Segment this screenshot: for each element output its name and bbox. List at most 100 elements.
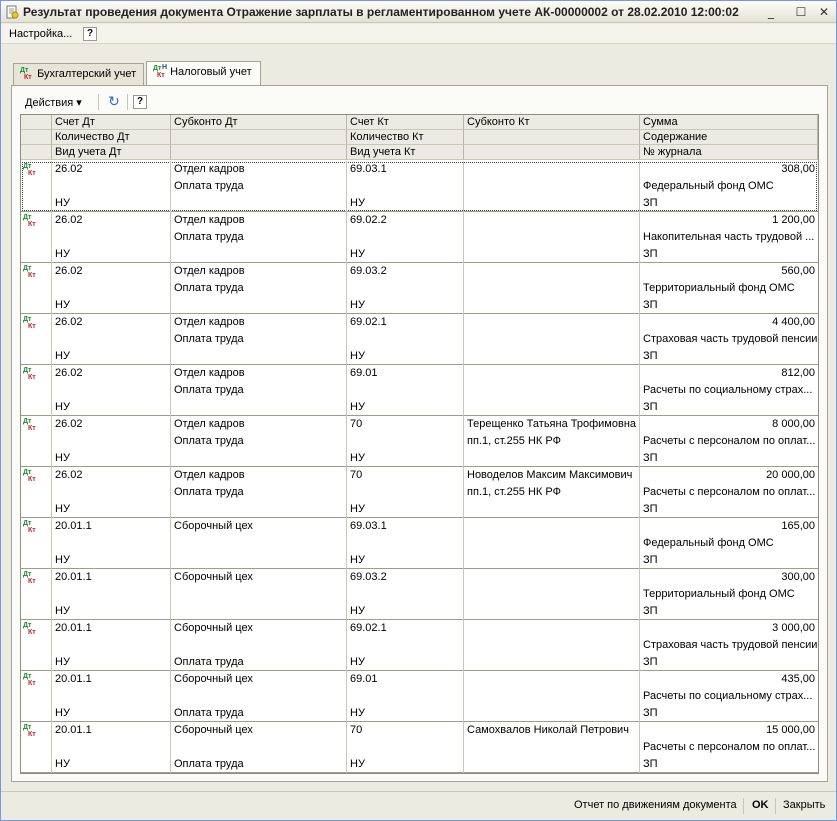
amount: 308,00	[781, 163, 815, 175]
journal-number: ЗП	[643, 248, 658, 260]
table-row[interactable]: Дт Кт 20.01.1 НУ Сборочный цех Оплата труда 69…	[21, 671, 818, 722]
accounting-type-dt: НУ	[55, 197, 70, 209]
amount: 300,00	[781, 571, 815, 583]
column-header[interactable]: Счет Кт	[347, 115, 464, 130]
table-row[interactable]: Дт Кт 20.01.1 НУ Сборочный цех Оплата труда 69…	[21, 620, 818, 671]
subconto-kt	[464, 518, 640, 535]
column-header[interactable]: Счет Дт	[52, 115, 171, 130]
subconto-kt	[464, 535, 640, 552]
grid-help-button[interactable]: ?	[133, 95, 147, 109]
subconto-dt	[171, 688, 347, 705]
content: Территориальный фонд ОМС	[643, 588, 795, 600]
subconto-kt	[464, 280, 640, 297]
subconto-dt	[171, 297, 347, 314]
account-dt: 26.02	[55, 316, 83, 328]
accounting-type-kt: НУ	[350, 554, 365, 566]
table-row[interactable]: Дт Кт 26.02 НУ Отдел кадров Оплата труда 69.01…	[21, 365, 818, 416]
subconto-dt: Оплата труда	[174, 707, 244, 719]
dt-kt-tax-icon: Дт Кт Н	[153, 64, 168, 80]
dt-kt-icon: Дт Кт	[20, 67, 32, 82]
tab-tax[interactable]: Дт Кт Н Налоговый учет	[146, 61, 261, 85]
column-header[interactable]: Количество Дт	[52, 130, 171, 145]
column-header[interactable]	[464, 145, 640, 160]
tab-accounting-label: Бухгалтерский учет	[37, 68, 137, 80]
subconto-dt: Отдел кадров	[174, 367, 245, 379]
column-header[interactable]: Вид учета Дт	[52, 145, 171, 160]
account-dt: 26.02	[55, 265, 83, 277]
subconto-dt	[171, 195, 347, 212]
subconto-dt: Отдел кадров	[174, 316, 245, 328]
subconto-dt: Сборочный цех	[174, 724, 253, 736]
table-row[interactable]: Дт Кт 26.02 НУ Отдел кадров Оплата труда 70 НУ Т…	[21, 416, 818, 467]
account-kt: 69.03.1	[350, 163, 387, 175]
subconto-kt	[464, 620, 640, 637]
title-bar[interactable]: Результат проведения документа Отражение…	[1, 1, 836, 23]
minimize-button[interactable]: _	[763, 5, 779, 19]
dt-kt-icon: Дт Кт	[23, 724, 36, 738]
column-header[interactable]: Субконто Дт	[171, 115, 347, 130]
column-header[interactable]: Субконто Кт	[464, 115, 640, 130]
toolbar-separator	[127, 94, 128, 110]
column-header[interactable]: Количество Кт	[347, 130, 464, 145]
tax-tab-panel: Действия ▾ ↻ ? Счет Дт Количество Дт Вид у…	[11, 85, 828, 782]
accounting-type-dt: НУ	[55, 401, 70, 413]
table-row[interactable]: Дт Кт 20.01.1 НУ Сборочный цех 69.03.1 НУ 165,0…	[21, 518, 818, 569]
window-title: Результат проведения документа Отражение…	[23, 5, 739, 19]
accounting-type-dt: НУ	[55, 350, 70, 362]
subconto-dt: Оплата труда	[174, 384, 244, 396]
account-kt: 70	[350, 724, 363, 736]
subconto-kt	[464, 212, 640, 229]
ok-button[interactable]: OK	[752, 799, 769, 811]
grid-toolbar: Действия ▾ ↻ ?	[20, 92, 220, 112]
column-header[interactable]: Сумма	[640, 115, 818, 130]
column-header[interactable]	[171, 130, 347, 145]
subconto-kt	[464, 178, 640, 195]
table-row[interactable]: Дт Кт 26.02 НУ Отдел кадров Оплата труда 70 НУ Н…	[21, 467, 818, 518]
content: Страховая часть трудовой пенсии	[643, 639, 818, 651]
subconto-dt: Сборочный цех	[174, 571, 253, 583]
maximize-button[interactable]: ☐	[793, 5, 809, 19]
table-row[interactable]: Дт Кт 20.01.1 НУ Сборочный цех 69.03.2 НУ 300,0…	[21, 569, 818, 620]
close-dialog-button[interactable]: Закрыть	[783, 799, 825, 811]
subconto-dt: Отдел кадров	[174, 265, 245, 277]
tab-accounting[interactable]: Дт Кт Бухгалтерский учет	[13, 63, 144, 85]
journal-number: ЗП	[643, 707, 658, 719]
header-icon-cell	[21, 130, 52, 145]
close-button[interactable]: ✕	[816, 5, 832, 19]
column-header[interactable]	[464, 130, 640, 145]
table-row[interactable]: Дт Кт 20.01.1 НУ Сборочный цех Оплата труда 70…	[21, 722, 818, 773]
account-dt: 20.01.1	[55, 673, 92, 685]
content: Федеральный фонд ОМС	[643, 180, 774, 192]
dt-kt-icon: Дт Кт	[23, 214, 36, 228]
amount: 560,00	[781, 265, 815, 277]
account-kt: 69.02.1	[350, 622, 387, 634]
subconto-dt	[171, 603, 347, 620]
content: Расчеты с персоналом по оплат...	[643, 435, 816, 447]
table-row[interactable]: Дт Кт 26.02 НУ Отдел кадров Оплата труда 69.02…	[21, 314, 818, 365]
actions-menu[interactable]: Действия ▾	[25, 96, 82, 109]
table-row[interactable]: Дт Кт 26.02 НУ Отдел кадров Оплата труда 69.02…	[21, 212, 818, 263]
table-row[interactable]: Дт Кт 26.02 НУ Отдел кадров Оплата труда 69.03…	[21, 161, 818, 212]
subconto-dt: Отдел кадров	[174, 469, 245, 481]
accounting-type-kt: НУ	[350, 656, 365, 668]
column-header[interactable]: Вид учета Кт	[347, 145, 464, 160]
subconto-dt: Отдел кадров	[174, 418, 245, 430]
subconto-kt	[464, 739, 640, 756]
help-button[interactable]: ?	[83, 27, 97, 41]
amount: 1 200,00	[772, 214, 815, 226]
menu-bar: Настройка... ?	[1, 24, 836, 44]
accounting-type-kt: НУ	[350, 197, 365, 209]
settings-menu[interactable]: Настройка...	[9, 28, 72, 40]
dt-kt-icon: Дт Кт	[23, 418, 36, 432]
refresh-icon[interactable]: ↻	[106, 94, 122, 110]
column-header[interactable]: № журнала	[640, 145, 818, 160]
amount: 435,00	[781, 673, 815, 685]
column-header[interactable]	[171, 145, 347, 160]
report-button[interactable]: Отчет по движениям документа	[574, 799, 737, 811]
column-header[interactable]: Содержание	[640, 130, 818, 145]
dt-kt-icon: Дт Кт	[23, 367, 36, 381]
journal-number: ЗП	[643, 656, 658, 668]
table-row[interactable]: Дт Кт 26.02 НУ Отдел кадров Оплата труда 69.03…	[21, 263, 818, 314]
subconto-kt	[464, 586, 640, 603]
accounting-type-dt: НУ	[55, 299, 70, 311]
